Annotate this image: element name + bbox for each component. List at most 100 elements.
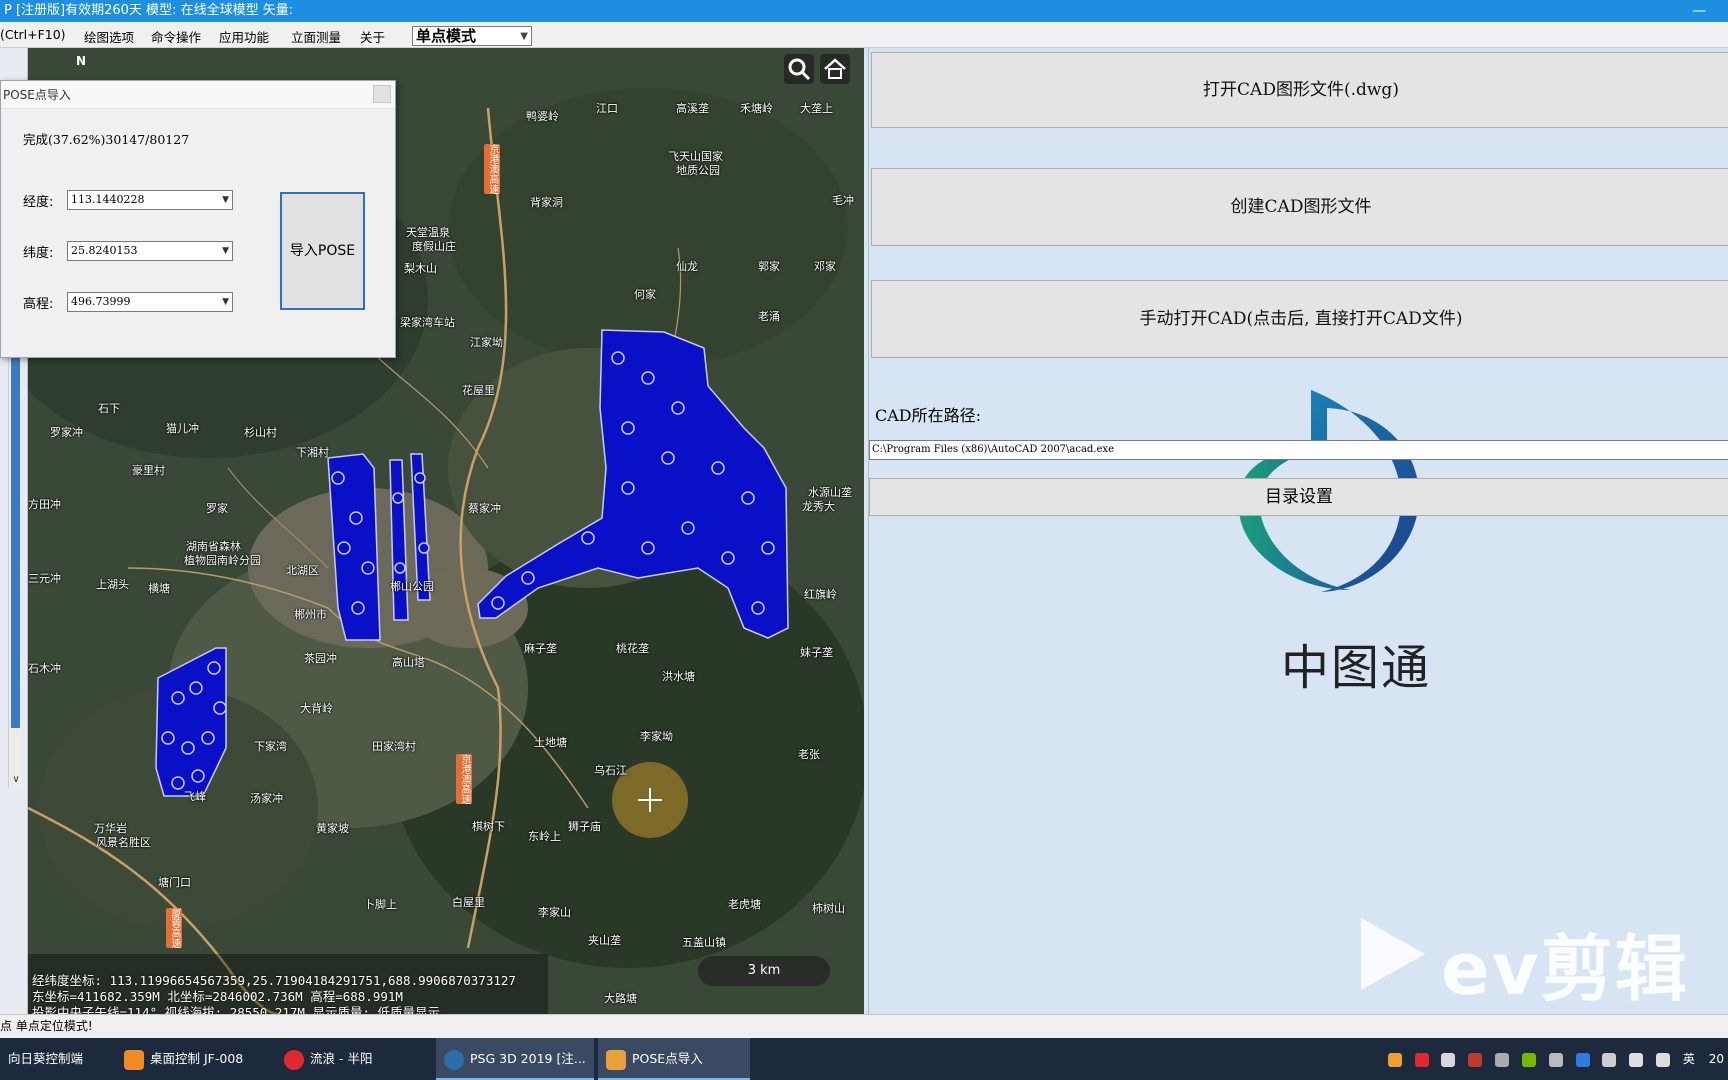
taskbar-item-desktop-control[interactable]: 桌面控制 JF-008	[116, 1038, 266, 1080]
pose-import-dialog: POSE点导入 完成(37.62%)30147/80127 经度: 113.14…	[0, 80, 396, 358]
tray-icon[interactable]	[1441, 1052, 1456, 1067]
map-label: 北湖区	[286, 564, 319, 577]
map-label: 老虎塘	[728, 898, 761, 911]
map-label: 大背岭	[300, 702, 333, 715]
status-text: 点 单点定位模式!	[0, 1019, 93, 1033]
map-label: 红旗岭	[804, 588, 837, 601]
map-label: 下家湾	[254, 740, 287, 753]
map-label: 江口	[596, 102, 618, 115]
search-icon[interactable]	[784, 54, 814, 84]
map-label: 郴州市	[294, 608, 327, 621]
longitude-label: 经度:	[23, 195, 54, 210]
map-label: 梁家湾车站	[400, 316, 455, 329]
map-label: 老张	[798, 748, 820, 761]
map-label: 石木冲	[28, 662, 61, 675]
map-label: 风景名胜区	[96, 836, 151, 849]
chevron-down-icon[interactable]: ▼	[222, 293, 229, 311]
watermark-text: ev剪辑	[1441, 927, 1689, 1011]
logo-text: 中图通	[1281, 640, 1432, 696]
map-label: 卜脚上	[364, 898, 397, 911]
app-icon	[284, 1049, 304, 1070]
map-label: 罗家	[206, 502, 228, 515]
map-label: 桃花垄	[616, 642, 649, 655]
taskbar-item-music[interactable]: 流浪 - 半阳	[276, 1038, 426, 1080]
home-icon[interactable]	[820, 54, 850, 84]
map-label: 土地塘	[534, 736, 567, 749]
longitude-field[interactable]: 113.1440228 ▼	[67, 190, 233, 210]
mode-select[interactable]: 单点模式 ▼	[412, 26, 532, 46]
wifi-icon[interactable]	[1602, 1052, 1617, 1067]
map-label: 柿树山	[812, 902, 845, 915]
menu-elevation-measure[interactable]: 立面测量	[291, 27, 341, 46]
map-label: 何家	[634, 288, 656, 301]
tray-icon[interactable]	[1387, 1052, 1402, 1067]
map-label: 五盖山镇	[682, 936, 726, 949]
scroll-down-icon[interactable]: ∨	[9, 774, 23, 788]
map-label: 禾塘岭	[740, 102, 773, 115]
map-label: 妹子垄	[800, 646, 833, 659]
menu-about[interactable]: 关于	[360, 27, 385, 46]
cad-path-input[interactable]: C:\Program Files (x86)\AutoCAD 2007\acad…	[869, 440, 1728, 460]
battery-icon[interactable]	[1629, 1052, 1644, 1067]
compass-icon[interactable]: N	[68, 54, 94, 80]
map-label: 蔡家冲	[468, 502, 501, 515]
map-label: 汤家冲	[250, 792, 283, 805]
tray-icon[interactable]	[1468, 1052, 1483, 1067]
window-title: P [注册版]有效期260天 模型: 在线全球模型 矢量:	[4, 3, 294, 18]
taskbar-item-psg3d[interactable]: PSG 3D 2019 [注...	[436, 1038, 594, 1080]
system-tray: 英 20	[1387, 1038, 1728, 1080]
map-label: 植物园南岭分园	[184, 554, 261, 567]
map-label: 麻子垄	[524, 642, 557, 655]
volume-icon[interactable]	[1656, 1052, 1671, 1067]
menu-shortcut[interactable]: (Ctrl+F10)	[0, 27, 66, 42]
elevation-field[interactable]: 496.73999 ▼	[67, 292, 233, 312]
app-icon	[124, 1049, 144, 1070]
taskbar-item-pose-import[interactable]: POSE点导入	[598, 1038, 750, 1080]
tray-icon[interactable]	[1414, 1052, 1429, 1067]
tray-icon[interactable]	[1495, 1052, 1510, 1067]
directory-settings-button[interactable]: 目录设置	[869, 478, 1728, 516]
scale-bar: 3 km	[698, 956, 830, 986]
map-label: 豪里村	[132, 464, 165, 477]
tray-icon[interactable]	[1521, 1052, 1536, 1067]
map-label: 郭家	[758, 260, 780, 273]
map-label: 度假山庄	[412, 240, 456, 253]
map-label: 杉山村	[244, 426, 277, 439]
map-label: 横塘	[148, 582, 170, 595]
taskbar-item-sunflower[interactable]: 向日葵控制端	[0, 1038, 116, 1080]
window-title-bar: P [注册版]有效期260天 模型: 在线全球模型 矢量: —	[0, 0, 1728, 22]
play-icon	[1361, 918, 1425, 990]
chevron-down-icon[interactable]: ▼	[222, 242, 229, 260]
input-language[interactable]: 英	[1683, 1052, 1695, 1066]
open-cad-button[interactable]: 打开CAD图形文件(.dwg)	[871, 52, 1728, 128]
latitude-label: 纬度:	[23, 246, 54, 261]
menu-command-ops[interactable]: 命令操作	[151, 27, 201, 46]
create-cad-button[interactable]: 创建CAD图形文件	[871, 168, 1728, 246]
dialog-title: POSE点导入	[1, 81, 395, 109]
chevron-down-icon[interactable]: ▼	[222, 191, 229, 209]
status-bar: 点 单点定位模式!	[0, 1014, 1728, 1038]
latitude-field[interactable]: 25.8240153 ▼	[67, 241, 233, 261]
map-label: 乌石江	[594, 764, 627, 777]
import-progress: 完成(37.62%)30147/80127	[23, 132, 190, 147]
map-label: 三元冲	[28, 572, 61, 585]
minimize-button[interactable]: —	[1692, 0, 1706, 22]
bluetooth-icon[interactable]	[1575, 1052, 1590, 1067]
tray-icon[interactable]	[1548, 1052, 1563, 1067]
close-icon[interactable]	[373, 85, 391, 103]
map-label: 罗家冲	[50, 426, 83, 439]
import-pose-button[interactable]: 导入POSE	[280, 192, 365, 310]
menu-app-functions[interactable]: 应用功能	[219, 27, 269, 46]
map-label: 飞峰	[184, 790, 206, 803]
manual-open-cad-button[interactable]: 手动打开CAD(点击后, 直接打开CAD文件)	[871, 280, 1728, 358]
chevron-down-icon: ▼	[520, 31, 528, 42]
map-label: 水源山垄	[808, 486, 852, 499]
menu-drawing-options[interactable]: 绘图选项	[84, 27, 134, 46]
map-label: 猫儿冲	[166, 422, 199, 435]
app-icon	[444, 1049, 464, 1070]
map-label: 上湖头	[96, 578, 129, 591]
map-label: 大垄上	[800, 102, 833, 115]
map-label: 龙秀大	[802, 500, 835, 513]
map-label: 李家坳	[640, 730, 673, 743]
clock[interactable]: 20	[1709, 1052, 1724, 1066]
